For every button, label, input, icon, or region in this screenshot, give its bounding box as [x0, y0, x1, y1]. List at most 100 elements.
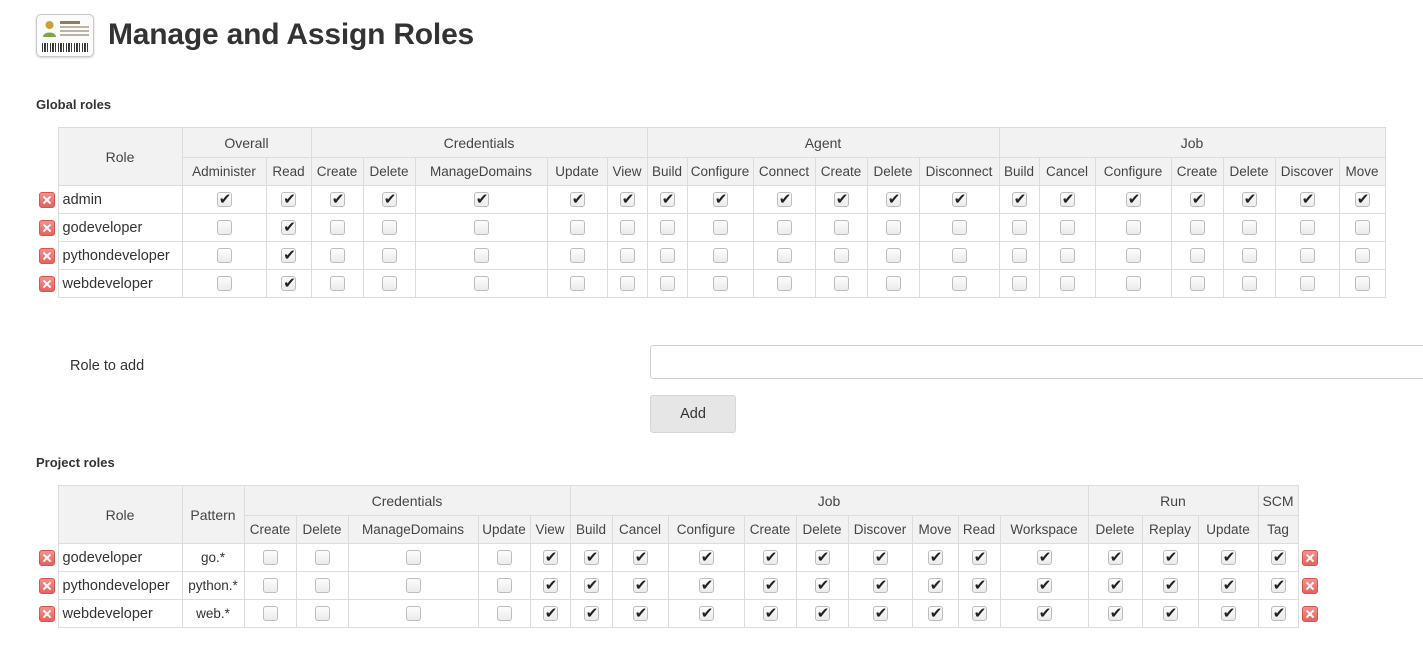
permission-checkbox-delete[interactable] [814, 547, 831, 567]
permission-checkbox-update[interactable] [569, 248, 585, 264]
permission-checkbox-delete[interactable] [885, 220, 901, 236]
permission-checkbox-delete[interactable] [885, 276, 901, 292]
permission-checkbox-view[interactable] [542, 603, 559, 623]
permission-checkbox-configure[interactable] [1125, 276, 1141, 292]
permission-checkbox-administer[interactable] [216, 276, 232, 292]
permission-checkbox-delete[interactable] [1241, 220, 1257, 236]
permission-checkbox-managedomains[interactable] [473, 276, 489, 292]
permission-checkbox-connect[interactable] [776, 248, 792, 264]
delete-role-icon[interactable] [38, 247, 55, 264]
permission-checkbox-read[interactable] [281, 189, 297, 209]
permission-checkbox-create[interactable] [762, 547, 779, 567]
permission-checkbox-configure[interactable] [698, 575, 715, 595]
permission-checkbox-disconnect[interactable] [951, 220, 967, 236]
permission-checkbox-create[interactable] [1189, 220, 1205, 236]
permission-checkbox-create[interactable] [833, 248, 849, 264]
delete-role-icon[interactable] [38, 605, 55, 622]
permission-checkbox-create[interactable] [762, 575, 779, 595]
permission-checkbox-move[interactable] [1354, 189, 1371, 209]
permission-checkbox-view[interactable] [619, 220, 635, 236]
permission-checkbox-build[interactable] [1011, 248, 1027, 264]
permission-checkbox-move[interactable] [927, 547, 944, 567]
permission-checkbox-update[interactable] [569, 276, 585, 292]
delete-role-icon[interactable] [38, 577, 55, 594]
permission-checkbox-connect[interactable] [776, 220, 792, 236]
permission-checkbox-create[interactable] [833, 276, 849, 292]
permission-checkbox-discover[interactable] [1299, 220, 1315, 236]
permission-checkbox-delete[interactable] [885, 248, 901, 264]
permission-checkbox-create[interactable] [833, 189, 850, 209]
delete-role-icon[interactable] [38, 191, 55, 208]
permission-checkbox-cancel[interactable] [1059, 248, 1075, 264]
permission-checkbox-move[interactable] [1354, 220, 1370, 236]
permission-checkbox-build[interactable] [583, 575, 600, 595]
permission-checkbox-build[interactable] [1011, 189, 1028, 209]
permission-checkbox-build[interactable] [659, 248, 675, 264]
permission-checkbox-discover[interactable] [1299, 276, 1315, 292]
permission-checkbox-configure[interactable] [712, 276, 728, 292]
delete-role-icon[interactable] [1302, 577, 1319, 594]
permission-checkbox-tag[interactable] [1270, 547, 1287, 567]
permission-checkbox-workspace[interactable] [1036, 603, 1053, 623]
permission-checkbox-create[interactable] [1189, 189, 1206, 209]
permission-checkbox-create[interactable] [329, 220, 345, 236]
permission-checkbox-administer[interactable] [216, 248, 232, 264]
permission-checkbox-move[interactable] [927, 603, 944, 623]
permission-checkbox-create[interactable] [262, 578, 278, 594]
permission-checkbox-discover[interactable] [872, 575, 889, 595]
permission-checkbox-configure[interactable] [712, 248, 728, 264]
permission-checkbox-connect[interactable] [776, 189, 793, 209]
permission-checkbox-read[interactable] [281, 245, 297, 265]
permission-checkbox-delete[interactable] [1241, 248, 1257, 264]
permission-checkbox-configure[interactable] [698, 547, 715, 567]
permission-checkbox-managedomains[interactable] [405, 578, 421, 594]
role-to-add-input[interactable] [650, 345, 1423, 379]
permission-checkbox-delete[interactable] [1241, 276, 1257, 292]
permission-checkbox-workspace[interactable] [1036, 547, 1053, 567]
permission-checkbox-delete[interactable] [1107, 603, 1124, 623]
permission-checkbox-build[interactable] [1011, 220, 1027, 236]
permission-checkbox-delete[interactable] [314, 550, 330, 566]
permission-checkbox-workspace[interactable] [1036, 575, 1053, 595]
permission-checkbox-build[interactable] [659, 189, 676, 209]
delete-role-icon[interactable] [1302, 549, 1319, 566]
permission-checkbox-cancel[interactable] [1059, 276, 1075, 292]
delete-role-icon[interactable] [38, 275, 55, 292]
permission-checkbox-managedomains[interactable] [473, 220, 489, 236]
permission-checkbox-delete[interactable] [381, 276, 397, 292]
permission-checkbox-managedomains[interactable] [473, 248, 489, 264]
permission-checkbox-read[interactable] [281, 273, 297, 293]
permission-checkbox-create[interactable] [1189, 276, 1205, 292]
permission-checkbox-view[interactable] [619, 248, 635, 264]
permission-checkbox-update[interactable] [496, 550, 512, 566]
permission-checkbox-discover[interactable] [872, 547, 889, 567]
permission-checkbox-update[interactable] [569, 189, 586, 209]
permission-checkbox-build[interactable] [1011, 276, 1027, 292]
permission-checkbox-create[interactable] [833, 220, 849, 236]
permission-checkbox-delete[interactable] [381, 189, 398, 209]
permission-checkbox-managedomains[interactable] [405, 550, 421, 566]
permission-checkbox-create[interactable] [1189, 248, 1205, 264]
permission-checkbox-managedomains[interactable] [405, 606, 421, 622]
permission-checkbox-view[interactable] [542, 575, 559, 595]
permission-checkbox-delete[interactable] [381, 248, 397, 264]
permission-checkbox-create[interactable] [762, 603, 779, 623]
permission-checkbox-create[interactable] [329, 276, 345, 292]
permission-checkbox-disconnect[interactable] [951, 276, 967, 292]
permission-checkbox-delete[interactable] [1241, 189, 1258, 209]
permission-checkbox-view[interactable] [542, 547, 559, 567]
permission-checkbox-build[interactable] [583, 603, 600, 623]
permission-checkbox-move[interactable] [1354, 248, 1370, 264]
permission-checkbox-configure[interactable] [698, 603, 715, 623]
add-role-button[interactable]: Add [650, 395, 736, 433]
permission-checkbox-create[interactable] [329, 189, 346, 209]
permission-checkbox-delete[interactable] [885, 189, 902, 209]
permission-checkbox-configure[interactable] [712, 189, 729, 209]
permission-checkbox-configure[interactable] [1125, 248, 1141, 264]
permission-checkbox-configure[interactable] [1125, 220, 1141, 236]
permission-checkbox-tag[interactable] [1270, 603, 1287, 623]
permission-checkbox-build[interactable] [659, 276, 675, 292]
permission-checkbox-discover[interactable] [1299, 248, 1315, 264]
delete-role-icon[interactable] [1302, 605, 1319, 622]
permission-checkbox-discover[interactable] [872, 603, 889, 623]
